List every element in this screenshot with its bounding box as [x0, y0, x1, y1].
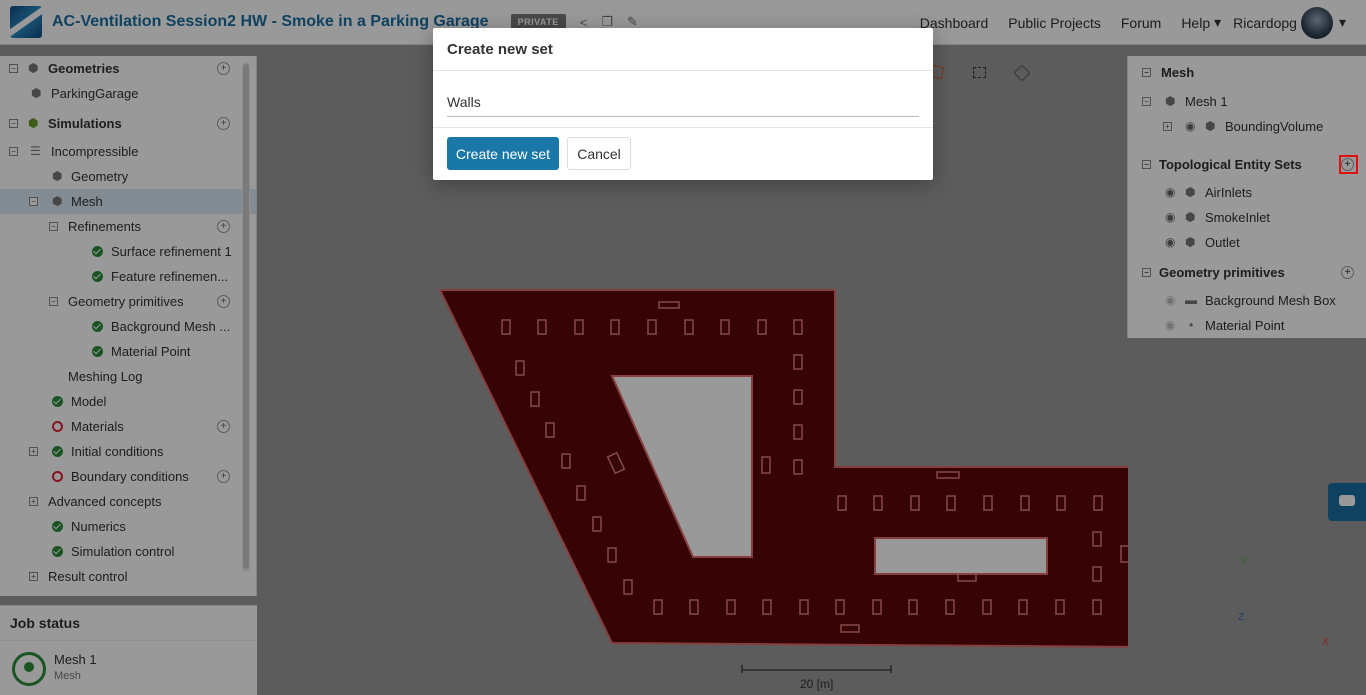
highlight-box	[1339, 155, 1358, 174]
create-set-button[interactable]: Create new set	[447, 137, 559, 170]
cancel-button[interactable]: Cancel	[567, 137, 631, 170]
dialog-body	[433, 71, 933, 128]
dialog-title: Create new set	[433, 28, 933, 71]
create-set-dialog: Create new set Create new set Cancel	[433, 28, 933, 180]
set-name-input[interactable]	[447, 87, 919, 117]
